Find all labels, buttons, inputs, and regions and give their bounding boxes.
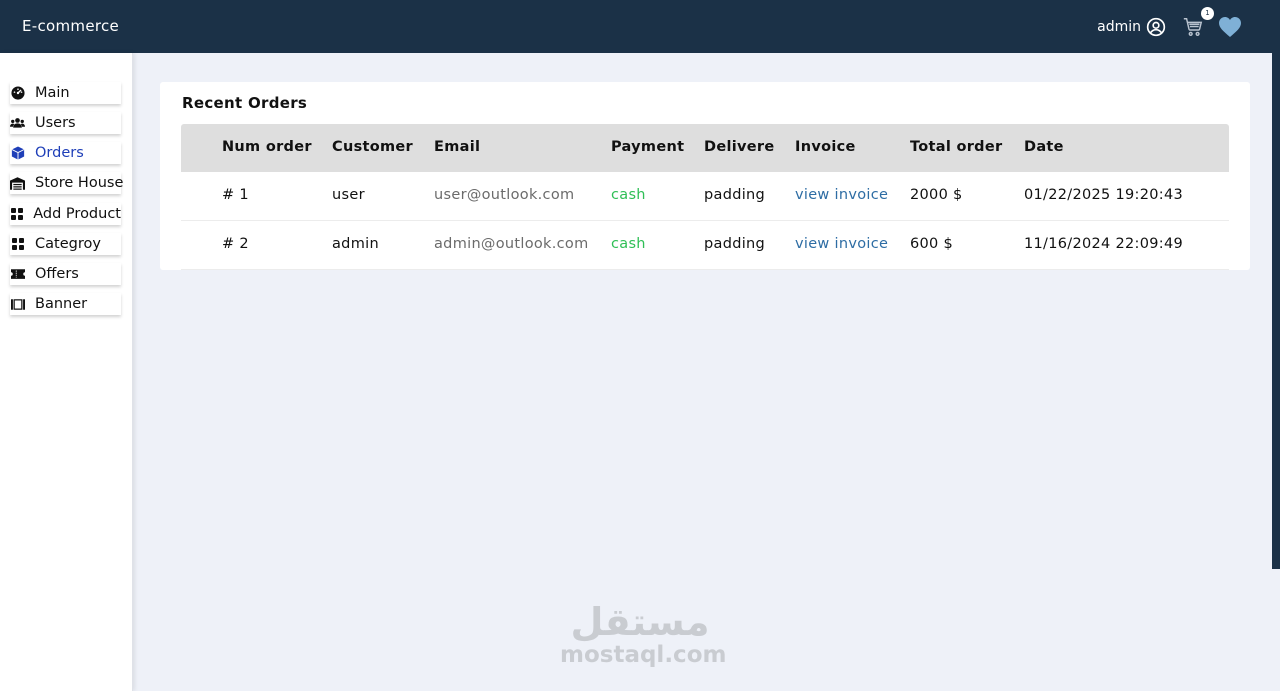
sidebar-item-add-product[interactable]: Add Product — [10, 203, 121, 225]
recent-orders-card: Recent Orders Num order Customer Email P… — [160, 82, 1250, 270]
delivery-status: padding — [704, 236, 766, 252]
column-header: Total order — [910, 139, 1003, 155]
ticket-icon — [10, 267, 25, 282]
sidebar-item-banner[interactable]: Banner — [10, 293, 121, 315]
column-header: Customer — [332, 139, 413, 155]
sidebar-item-orders[interactable]: Orders — [10, 142, 121, 164]
box-icon — [10, 146, 25, 161]
brand-title[interactable]: E-commerce — [22, 17, 119, 35]
sidebar: Main Users Orders Store House Add Produc… — [0, 53, 133, 691]
sidebar-item-store-house[interactable]: Store House — [10, 172, 124, 194]
sidebar-item-category[interactable]: Categroy — [10, 233, 121, 255]
column-header: Email — [434, 139, 481, 155]
column-header: Date — [1024, 139, 1064, 155]
users-icon — [10, 116, 25, 131]
sidebar-item-users[interactable]: Users — [10, 112, 121, 134]
cart-button[interactable]: 1 — [1182, 6, 1214, 38]
payment-method: cash — [611, 187, 646, 203]
sidebar-item-offers[interactable]: Offers — [10, 263, 121, 285]
sidebar-item-label: Orders — [35, 145, 84, 161]
window-edge-strip — [1272, 0, 1280, 569]
order-date: 01/22/2025 19:20:43 — [1024, 187, 1184, 203]
column-header: Payment — [611, 139, 685, 155]
view-invoice-link[interactable]: view invoice — [795, 187, 888, 203]
card-title: Recent Orders — [182, 94, 308, 112]
sidebar-item-label: Main — [35, 85, 70, 101]
table-row: # 2 admin admin@outlook.com cash padding… — [181, 221, 1229, 270]
top-navbar: E-commerce admin 1 — [0, 0, 1272, 53]
grid-icon — [10, 207, 23, 222]
sidebar-item-label: Store House — [35, 175, 124, 191]
payment-method: cash — [611, 236, 646, 252]
topbar-actions: admin 1 — [1097, 0, 1242, 53]
column-header: Invoice — [795, 139, 856, 155]
delivery-status: padding — [704, 187, 766, 203]
dashboard-icon — [10, 86, 25, 101]
banner-icon — [10, 297, 25, 312]
watermark: مستقل mostaql.com — [560, 600, 727, 668]
sidebar-item-label: Categroy — [35, 236, 101, 252]
order-total: 2000 $ — [910, 187, 963, 203]
sidebar-item-label: Offers — [35, 266, 79, 282]
grid-icon — [10, 237, 25, 252]
customer-name: user — [332, 187, 365, 203]
order-number: # 2 — [222, 236, 249, 252]
sidebar-item-main[interactable]: Main — [10, 82, 121, 104]
order-number: # 1 — [222, 187, 249, 203]
sidebar-item-label: Banner — [35, 296, 88, 312]
heart-icon[interactable] — [1218, 16, 1242, 38]
cart-count-badge: 1 — [1201, 6, 1214, 20]
column-header: Num order — [222, 139, 312, 155]
watermark-arabic: مستقل — [570, 600, 710, 644]
table-header: Num order Customer Email Payment Deliver… — [181, 124, 1229, 172]
table-row: # 1 user user@outlook.com cash padding v… — [181, 172, 1229, 221]
customer-name: admin — [332, 236, 379, 252]
watermark-latin: mostaql.com — [560, 642, 727, 668]
view-invoice-link[interactable]: view invoice — [795, 236, 888, 252]
order-total: 600 $ — [910, 236, 954, 252]
cart-icon — [1183, 17, 1203, 36]
customer-email: user@outlook.com — [434, 187, 575, 203]
admin-username[interactable]: admin — [1097, 19, 1141, 35]
warehouse-icon — [10, 176, 25, 191]
sidebar-item-label: Users — [35, 115, 76, 131]
sidebar-item-label: Add Product — [33, 206, 121, 222]
customer-email: admin@outlook.com — [434, 236, 589, 252]
user-circle-icon[interactable] — [1146, 17, 1166, 37]
order-date: 11/16/2024 22:09:49 — [1024, 236, 1184, 252]
column-header: Delivere — [704, 139, 775, 155]
